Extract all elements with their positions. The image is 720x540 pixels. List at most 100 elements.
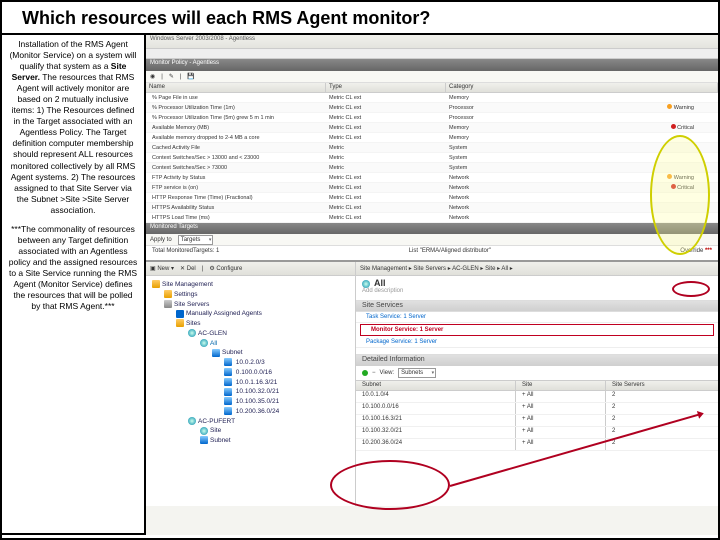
edit-icon[interactable]: ✎: [169, 73, 174, 80]
table-row[interactable]: FTP service is (on)Metric CL extNetwork …: [146, 183, 718, 193]
detailed-info-header: Detailed Information: [356, 354, 718, 366]
tree-subnet-item[interactable]: 10.0.2.0/3: [212, 358, 349, 368]
subnet-icon: [200, 436, 208, 444]
detail-row[interactable]: 10.100.0.0/16+ All2: [356, 403, 718, 415]
toggle-icon[interactable]: ◉: [150, 73, 155, 80]
tree-site-sub[interactable]: Site: [210, 427, 221, 434]
targets-select[interactable]: Targets: [178, 235, 214, 245]
folder-icon: [152, 280, 160, 288]
sidebar-p2: ***The commonality of resources between …: [8, 224, 138, 312]
subnet-icon: [224, 368, 232, 376]
tree-manual[interactable]: Manually Assigned Agents: [186, 310, 262, 317]
annotation-oval-red-subnets: [330, 460, 450, 510]
table-row[interactable]: HTTP Response Time (Time) (Fractional)Me…: [146, 193, 718, 203]
monitored-info: Total MonitoredTargets: 1 List "ERMA/Ali…: [146, 246, 718, 260]
agent-icon: [176, 310, 184, 318]
subnet-icon: [224, 397, 232, 405]
tree-subnet-item[interactable]: 10.100.35.0/21: [212, 397, 349, 407]
view-select[interactable]: Subnets: [398, 368, 436, 378]
detail-toolbar: − View: Subnets: [356, 366, 718, 380]
table-row[interactable]: Available Memory (MB)Metric CL extMemory…: [146, 123, 718, 133]
detail-table-body[interactable]: 10.0.1.0/4+ All210.100.0.0/16+ All2 10.10…: [356, 391, 718, 451]
tree-settings[interactable]: Settings: [174, 291, 198, 298]
subnet-icon: [224, 358, 232, 366]
site-tree-panel: ▣ New ▾ ✕ Del | ⚙ Configure Site Managem…: [146, 262, 356, 506]
table-row[interactable]: HTTPS Load Time (ms)Metric CL extNetwork: [146, 213, 718, 223]
monitored-header: Monitored Targets: [146, 223, 718, 234]
policy-header: Monitor Policy - Agentless: [146, 59, 718, 71]
detail-desc[interactable]: Add description: [362, 288, 712, 294]
new-button[interactable]: ▣ New ▾: [150, 265, 174, 272]
sidebar-text: Installation of the RMS Agent (Monitor S…: [2, 35, 146, 535]
globe-icon: [188, 417, 196, 425]
detail-table-header: Subnet Site Site Servers: [356, 380, 718, 391]
globe-icon: [362, 280, 370, 288]
table-row[interactable]: % Page File in useMetric CL extMemory: [146, 93, 718, 103]
table-row[interactable]: % Processor Utilization Time (1m)Metric …: [146, 103, 718, 113]
tree-subnet-item[interactable]: 10.100.32.0/21: [212, 387, 349, 397]
col-category[interactable]: Category: [446, 83, 718, 92]
tree-subnet-item[interactable]: 10.200.36.0/24: [212, 407, 349, 417]
configure-button[interactable]: ⚙ Configure: [209, 265, 242, 272]
total-label: Total MonitoredTargets: [152, 248, 213, 254]
server-icon: [164, 300, 172, 308]
save-icon[interactable]: 💾: [187, 73, 194, 80]
annotation-oval-red-override: [672, 281, 710, 297]
tree-subnet-item[interactable]: 0.100.0.0/16: [212, 368, 349, 378]
tree-siteservers[interactable]: Site Servers: [174, 301, 209, 308]
view-label: View:: [380, 370, 395, 376]
th-siteservers[interactable]: Site Servers: [606, 381, 718, 390]
table-row[interactable]: HTTPS Availability StatusMetric CL extNe…: [146, 203, 718, 213]
subnet-icon: [224, 407, 232, 415]
globe-icon: [188, 329, 196, 337]
th-subnet[interactable]: Subnet: [356, 381, 516, 390]
subnet-icon: [212, 349, 220, 357]
screenshot-main: Windows Server 2003/2008 - Agentless Mon…: [146, 35, 718, 535]
tree-sites[interactable]: Sites: [186, 320, 200, 327]
detail-breadcrumb[interactable]: Site Management ▸ Site Servers ▸ AC-GLEN…: [360, 265, 513, 272]
task-service-row[interactable]: Task Service: 1 Server: [356, 312, 718, 323]
add-icon[interactable]: [362, 370, 368, 376]
globe-icon: [200, 427, 208, 435]
list-value: List "ERMA/Aligned distributor": [409, 248, 491, 258]
slide-title: Which resources will each RMS Agent moni…: [2, 2, 718, 35]
grid-body[interactable]: % Page File in useMetric CL extMemory% P…: [146, 93, 718, 223]
apply-to-label: Apply to: [150, 237, 172, 243]
detail-title: All: [374, 278, 386, 288]
tree-subnet-item[interactable]: 10.0.1.16.3/21: [212, 378, 349, 388]
package-service-row[interactable]: Package Service: 1 Server: [356, 337, 718, 348]
annotation-oval-yellow: [650, 135, 710, 255]
tree-site1[interactable]: AC-GLEN: [198, 330, 227, 337]
detail-row[interactable]: 10.200.36.0/24+ All2: [356, 439, 718, 451]
remove-icon[interactable]: −: [372, 370, 376, 376]
globe-icon: [200, 339, 208, 347]
policy-toolbar[interactable]: ◉ | ✎ | 💾: [146, 71, 718, 83]
tree-subnet-sub[interactable]: Subnet: [210, 437, 231, 444]
table-row[interactable]: Cached Activity FileMetricSystem: [146, 143, 718, 153]
sidebar-p1c: The resources that RMS Agent will active…: [11, 72, 136, 215]
window-titlebar: Windows Server 2003/2008 - Agentless: [146, 35, 718, 49]
tree-root[interactable]: Site Management: [162, 281, 213, 288]
tree-toolbar: ▣ New ▾ ✕ Del | ⚙ Configure: [146, 262, 355, 276]
tree-subnet-label[interactable]: Subnet: [222, 349, 243, 356]
monitor-service-row[interactable]: Monitor Service: 1 Server: [360, 324, 714, 336]
breadcrumb: [146, 49, 718, 59]
col-name[interactable]: Name: [146, 83, 326, 92]
tree-site2[interactable]: AC-PUFERT: [198, 418, 235, 425]
detail-row[interactable]: 10.0.1.0/4+ All2: [356, 391, 718, 403]
col-type[interactable]: Type: [326, 83, 446, 92]
folder-icon: [176, 319, 184, 327]
subnet-icon: [224, 388, 232, 396]
subnet-icon: [224, 378, 232, 386]
del-button[interactable]: ✕ Del: [180, 265, 196, 272]
table-row[interactable]: Context Switches/Sec > 13000 and < 23000…: [146, 153, 718, 163]
tree-all[interactable]: All: [210, 340, 217, 347]
table-row[interactable]: Available memory dropped to 2-4 MB a cor…: [146, 133, 718, 143]
th-site[interactable]: Site: [516, 381, 606, 390]
table-row[interactable]: Context Switches/Sec > 73000MetricSystem: [146, 163, 718, 173]
table-row[interactable]: % Processor Utilization Time (5m) grew 5…: [146, 113, 718, 123]
grid-header: Name Type Category: [146, 83, 718, 93]
table-row[interactable]: FTP Activity by StatusMetric CL extNetwo…: [146, 173, 718, 183]
detail-row[interactable]: 10.100.32.0/21+ All2: [356, 427, 718, 439]
site-tree[interactable]: Site Management Settings Site Servers Ma…: [146, 276, 355, 450]
